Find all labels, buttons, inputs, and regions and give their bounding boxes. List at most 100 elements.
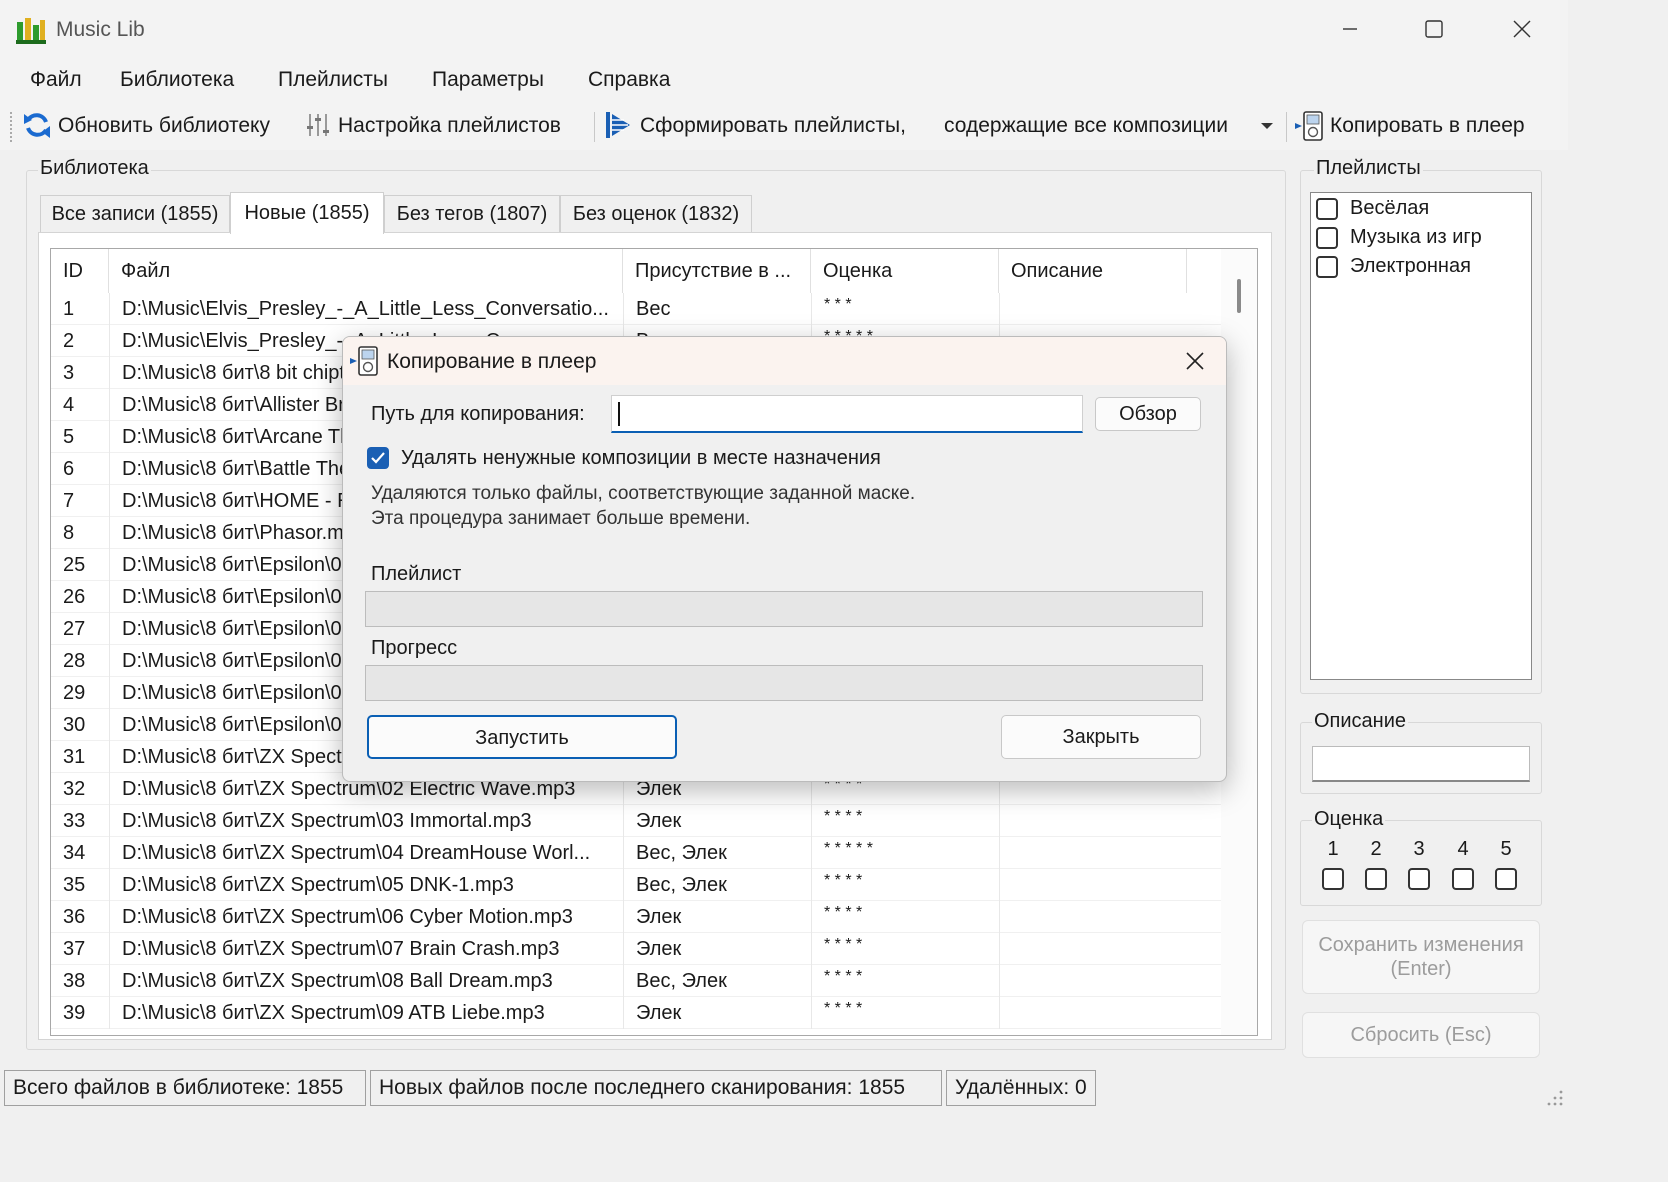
rating-label-2: 2 [1370, 838, 1382, 860]
tab-no-ratings[interactable]: Без оценок (1832) [560, 195, 752, 233]
browse-button[interactable]: Обзор [1095, 397, 1201, 431]
cell-file: D:\Music\8 бит\ZX Spectrum\05 DNK-1.mp3 [109, 869, 623, 901]
path-label: Путь для копирования: [371, 403, 585, 425]
cell-description [999, 869, 1187, 901]
description-input[interactable] [1312, 746, 1530, 782]
table-row[interactable]: 37 D:\Music\8 бит\ZX Spectrum\07 Brain Cr… [51, 933, 1223, 965]
maximize-button[interactable] [1414, 12, 1454, 46]
tab-new[interactable]: Новые (1855) [230, 192, 384, 234]
refresh-library-button[interactable]: Обновить библиотеку [58, 114, 270, 138]
rating-label-1: 1 [1327, 838, 1339, 860]
path-input[interactable] [611, 395, 1083, 433]
cell-id: 2 [63, 330, 75, 352]
playlist-checkbox[interactable] [1316, 256, 1338, 278]
cell-presence: Вес [623, 293, 811, 325]
cell-id: 33 [63, 810, 86, 832]
playlist-item-label[interactable]: Весёлая [1350, 197, 1429, 220]
rating-checkbox-4[interactable] [1452, 868, 1474, 890]
menu-bar [0, 58, 1568, 104]
reset-button[interactable]: Сбросить (Esc) [1302, 1012, 1540, 1058]
table-row[interactable]: 34 D:\Music\8 бит\ZX Spectrum\04 DreamHou… [51, 837, 1223, 869]
dialog-close-action-button[interactable]: Закрыть [1001, 715, 1201, 759]
cell-description [999, 293, 1187, 325]
status-deleted-files: Удалённых: 0 [946, 1070, 1096, 1106]
cell-file: D:\Music\8 бит\ZX Spectrum\09 ATB Liebe.… [109, 997, 623, 1029]
cell-id: 27 [63, 618, 86, 640]
rating-checkbox-1[interactable] [1322, 868, 1344, 890]
note-line-2: Эта процедура занимает больше времени. [371, 508, 751, 529]
resize-grip-icon[interactable] [1546, 1088, 1564, 1106]
chevron-down-icon [1261, 123, 1273, 129]
tab-no-tags[interactable]: Без тегов (1807) [384, 195, 560, 233]
checkmark-icon [371, 452, 385, 464]
cell-description [999, 933, 1187, 965]
cell-description [999, 837, 1187, 869]
table-row[interactable]: 39 D:\Music\8 бит\ZX Spectrum\09 ATB Lieb… [51, 997, 1223, 1029]
tab-all-records[interactable]: Все записи (1855) [40, 195, 230, 233]
copy-to-player-icon [350, 346, 378, 376]
cell-id: 3 [63, 362, 75, 384]
copy-to-player-button[interactable]: Копировать в плеер [1330, 114, 1525, 138]
cell-file: D:\Music\8 бит\ZX Spectrum\07 Brain Cras… [109, 933, 623, 965]
copy-to-player-dialog: Копирование в плеер Путь для копирования… [342, 336, 1227, 782]
playlist-item-label[interactable]: Электронная [1350, 255, 1471, 278]
cell-rating: * * * * [811, 869, 999, 901]
menu-playlists[interactable]: Плейлисты [278, 68, 388, 92]
library-group-label: Библиотека [38, 157, 151, 180]
scrollbar-thumb[interactable] [1237, 279, 1241, 313]
cell-rating: * * * * [811, 933, 999, 965]
save-button-label: Сохранить изменения [1318, 934, 1524, 956]
menu-library[interactable]: Библиотека [120, 68, 234, 92]
save-changes-button[interactable]: Сохранить изменения (Enter) [1302, 920, 1540, 994]
table-row[interactable]: 36 D:\Music\8 бит\ZX Spectrum\06 Cyber Mo… [51, 901, 1223, 933]
cell-id: 36 [63, 906, 86, 928]
cell-id: 31 [63, 746, 86, 768]
dialog-close-button[interactable] [1177, 343, 1213, 379]
playlist-checkbox[interactable] [1316, 227, 1338, 249]
rating-label-3: 3 [1413, 838, 1425, 860]
form-playlists-button[interactable]: Сформировать плейлисты, [640, 114, 906, 138]
rating-checkbox-2[interactable] [1365, 868, 1387, 890]
toolbar-grip [10, 112, 13, 142]
note-line-1: Удаляются только файлы, соответствующие … [371, 483, 916, 504]
minimize-button[interactable] [1330, 12, 1370, 46]
cell-id: 8 [63, 522, 75, 544]
column-header-description[interactable]: Описание [999, 249, 1187, 293]
table-row[interactable]: 1 D:\Music\Elvis_Presley_-_A_Little_Less_… [51, 293, 1223, 325]
playlist-checkbox[interactable] [1316, 198, 1338, 220]
table-row[interactable]: 38 D:\Music\8 бит\ZX Spectrum\08 Ball Dre… [51, 965, 1223, 997]
menu-settings[interactable]: Параметры [432, 68, 544, 92]
status-total-files: Всего файлов в библиотеке: 1855 [4, 1070, 366, 1106]
cell-id: 38 [63, 970, 86, 992]
cell-presence: Вес, Элек [623, 869, 811, 901]
menu-help[interactable]: Справка [588, 68, 670, 92]
cell-id: 39 [63, 1002, 86, 1024]
playlist-item-label[interactable]: Музыка из игр [1350, 226, 1482, 249]
rating-checkbox-5[interactable] [1495, 868, 1517, 890]
cell-id: 6 [63, 458, 75, 480]
cell-id: 28 [63, 650, 86, 672]
cell-file: D:\Music\8 бит\ZX Spectrum\03 Immortal.m… [109, 805, 623, 837]
cell-presence: Элек [623, 805, 811, 837]
table-row[interactable]: 33 D:\Music\8 бит\ZX Spectrum\03 Immortal… [51, 805, 1223, 837]
cell-presence: Элек [623, 933, 811, 965]
cell-file: D:\Music\8 бит\ZX Spectrum\08 Ball Dream… [109, 965, 623, 997]
delete-unneeded-label[interactable]: Удалять ненужные композиции в месте назн… [401, 447, 881, 470]
playlist-settings-button[interactable]: Настройка плейлистов [338, 114, 561, 138]
start-button[interactable]: Запустить [367, 715, 677, 759]
menu-file[interactable]: Файл [30, 68, 82, 92]
save-button-shortcut: (Enter) [1390, 958, 1452, 980]
window-close-button[interactable] [1502, 12, 1542, 46]
table-row[interactable]: 35 D:\Music\8 бит\ZX Spectrum\05 DNK-1.mp… [51, 869, 1223, 901]
copy-to-player-icon [1295, 111, 1323, 141]
rating-checkbox-3[interactable] [1408, 868, 1430, 890]
column-header-id[interactable]: ID [51, 249, 109, 293]
cell-id: 26 [63, 586, 86, 608]
column-header-rating[interactable]: Оценка [811, 249, 999, 293]
playlist-form-icon [606, 112, 630, 138]
column-header-presence[interactable]: Присутствие в ... [623, 249, 811, 293]
playlist-mode-dropdown[interactable]: содержащие все композиции [944, 114, 1228, 138]
column-header-file[interactable]: Файл [109, 249, 623, 293]
cell-file: D:\Music\8 бит\ZX Spectrum\04 DreamHouse… [109, 837, 623, 869]
delete-unneeded-checkbox[interactable] [367, 447, 389, 469]
